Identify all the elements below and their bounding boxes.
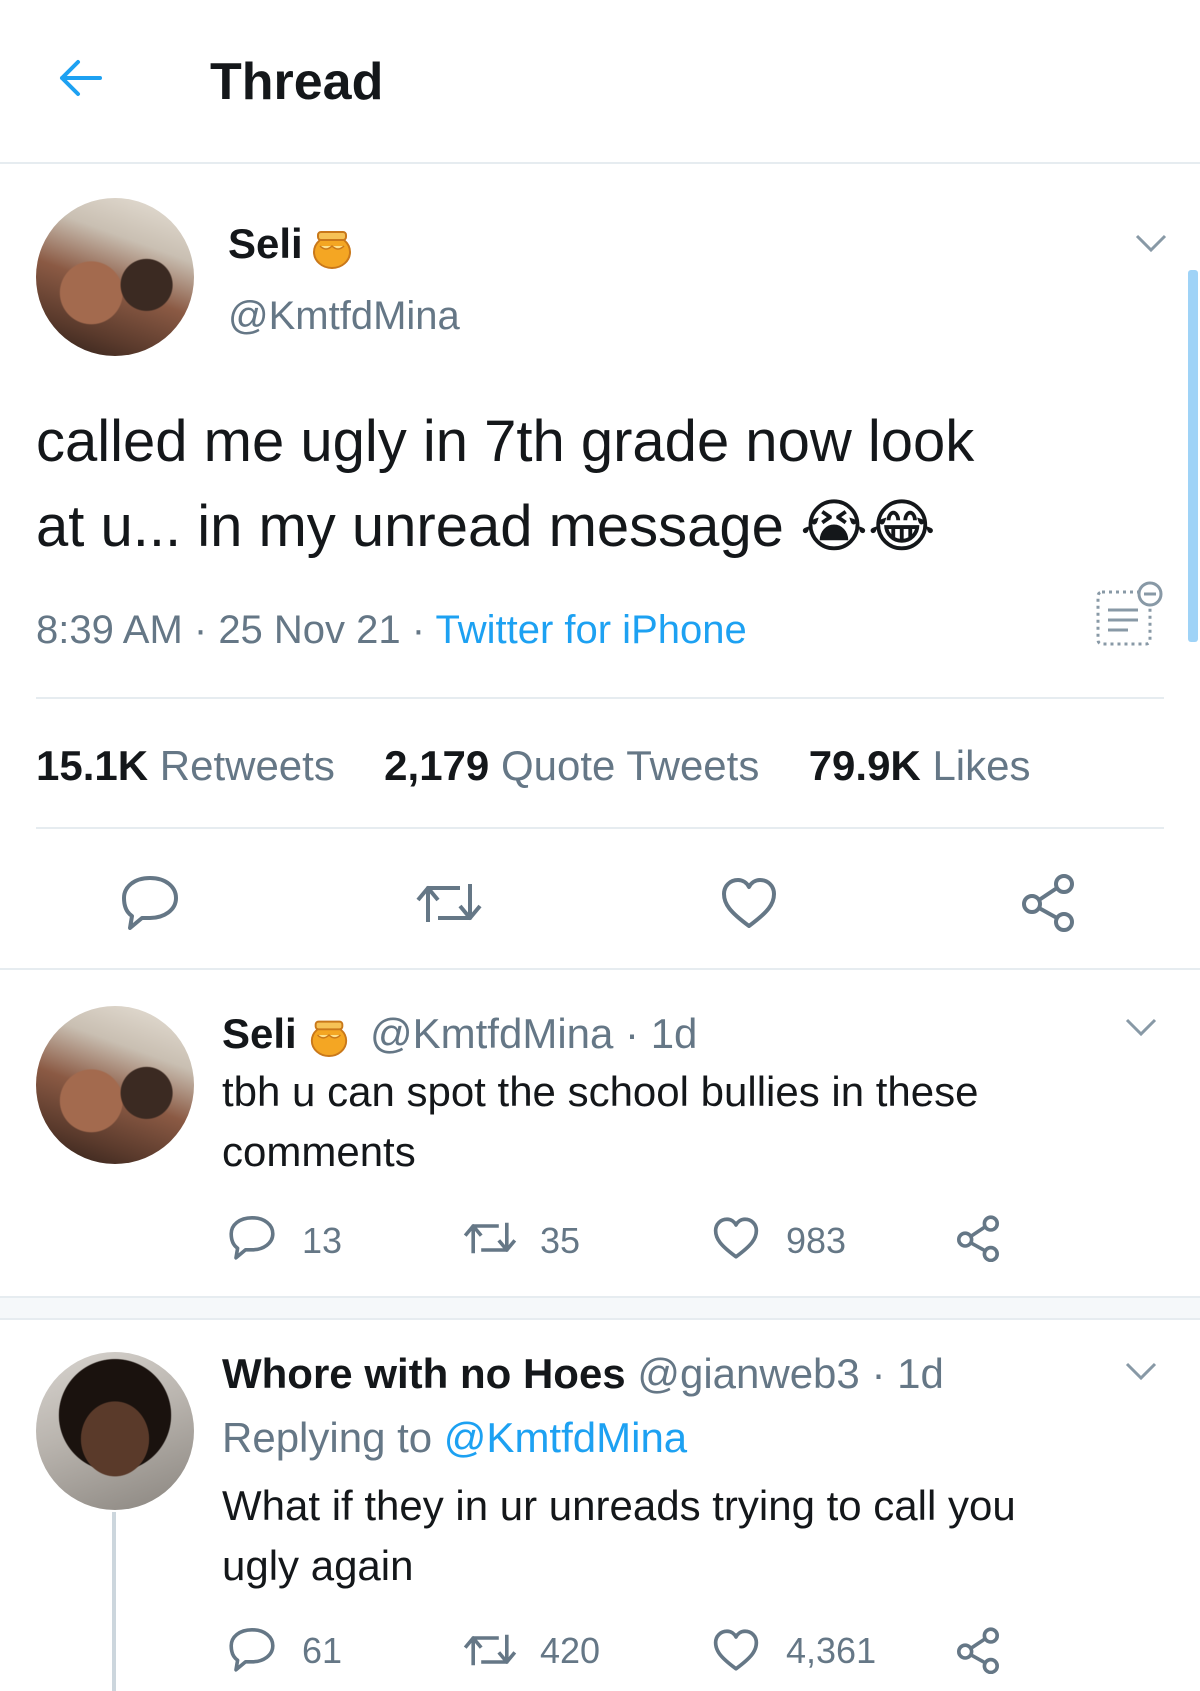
- meta-separator: ·: [400, 608, 436, 652]
- handle[interactable]: @KmtfdMina: [228, 294, 460, 339]
- reply-count: 13: [302, 1220, 343, 1261]
- replying-to: Replying to @KmtfdMina: [222, 1414, 687, 1462]
- reply-icon[interactable]: [120, 874, 180, 930]
- reply-header: Whore with no Hoes @gianweb3 · 1d: [222, 1350, 944, 1398]
- handle[interactable]: @KmtfdMina: [370, 1010, 613, 1057]
- page-title: Thread: [210, 53, 384, 111]
- retweet-icon[interactable]: [462, 1630, 518, 1670]
- reply-icon[interactable]: [228, 1214, 276, 1260]
- like-count: 4,361: [786, 1630, 877, 1671]
- like-icon[interactable]: [712, 1216, 760, 1260]
- tweet-text-line1: called me ugly in 7th grade now look: [36, 409, 975, 474]
- avatar[interactable]: [36, 1352, 194, 1510]
- retweet-count: 35: [540, 1220, 581, 1261]
- divider: [36, 827, 1164, 829]
- share-icon[interactable]: [954, 1214, 1002, 1262]
- analytics-icon[interactable]: [1094, 580, 1164, 650]
- honey-pot-icon: [310, 222, 354, 270]
- thread-separator: [0, 1296, 1200, 1320]
- divider: [0, 968, 1200, 970]
- divider: [36, 697, 1164, 699]
- retweet-count: 420: [540, 1630, 601, 1671]
- reply-text-line2: comments: [222, 1128, 416, 1175]
- chevron-down-icon[interactable]: [1134, 232, 1168, 254]
- avatar[interactable]: [36, 1006, 194, 1164]
- meta-separator: ·: [182, 608, 219, 652]
- display-name[interactable]: Whore with no Hoes: [222, 1350, 626, 1397]
- reply-text-line1: tbh u can spot the school bullies in the…: [222, 1068, 979, 1115]
- replying-to-link[interactable]: @KmtfdMina: [444, 1414, 687, 1461]
- tweet-source-link[interactable]: Twitter for iPhone: [435, 608, 746, 652]
- timestamp: · 1d: [613, 1010, 698, 1057]
- like-icon[interactable]: [720, 876, 778, 930]
- retweet-icon[interactable]: [414, 878, 484, 928]
- tweet-time: 8:39 AM: [36, 608, 183, 652]
- tweet-stats: 15.1K Retweets 2,179 Quote Tweets 79.9K …: [36, 742, 1031, 790]
- retweets-stat[interactable]: 15.1K Retweets: [36, 742, 335, 789]
- avatar[interactable]: [36, 198, 194, 356]
- timestamp: · 1d: [859, 1350, 944, 1397]
- likes-stat[interactable]: 79.9K Likes: [809, 742, 1031, 789]
- quote-tweets-stat[interactable]: 2,179 Quote Tweets: [384, 742, 759, 789]
- chevron-down-icon[interactable]: [1124, 1016, 1158, 1038]
- chevron-down-icon[interactable]: [1124, 1360, 1158, 1382]
- honey-pot-icon: [308, 1012, 350, 1058]
- like-count: 983: [786, 1220, 847, 1261]
- retweet-icon[interactable]: [462, 1218, 518, 1258]
- display-name[interactable]: Seli: [228, 220, 303, 268]
- reply-text-line2: ugly again: [222, 1542, 414, 1589]
- share-icon[interactable]: [1018, 872, 1078, 932]
- handle[interactable]: @gianweb3: [637, 1350, 859, 1397]
- back-arrow-icon[interactable]: [56, 58, 104, 98]
- tweet-date: 25 Nov 21: [218, 608, 401, 652]
- reply-header: Seli: [222, 1010, 297, 1058]
- tweet-meta: 8:39 AM · 25 Nov 21 · Twitter for iPhone: [36, 608, 747, 653]
- scrollbar[interactable]: [1188, 270, 1198, 642]
- share-icon[interactable]: [954, 1626, 1002, 1674]
- thread-line: [112, 1512, 116, 1691]
- tweet-text-line2: at u... in my unread message 😭😂: [36, 492, 936, 560]
- reply-handle-time: @KmtfdMina · 1d: [370, 1010, 697, 1058]
- like-icon[interactable]: [712, 1628, 760, 1672]
- display-name[interactable]: Seli: [222, 1010, 297, 1057]
- reply-text-line1: What if they in ur unreads trying to cal…: [222, 1482, 1016, 1529]
- header-divider: [0, 162, 1200, 164]
- reply-icon[interactable]: [228, 1626, 276, 1672]
- emoji: 😭😂: [800, 492, 936, 560]
- replying-to-label: Replying to: [222, 1414, 444, 1461]
- reply-count: 61: [302, 1630, 343, 1671]
